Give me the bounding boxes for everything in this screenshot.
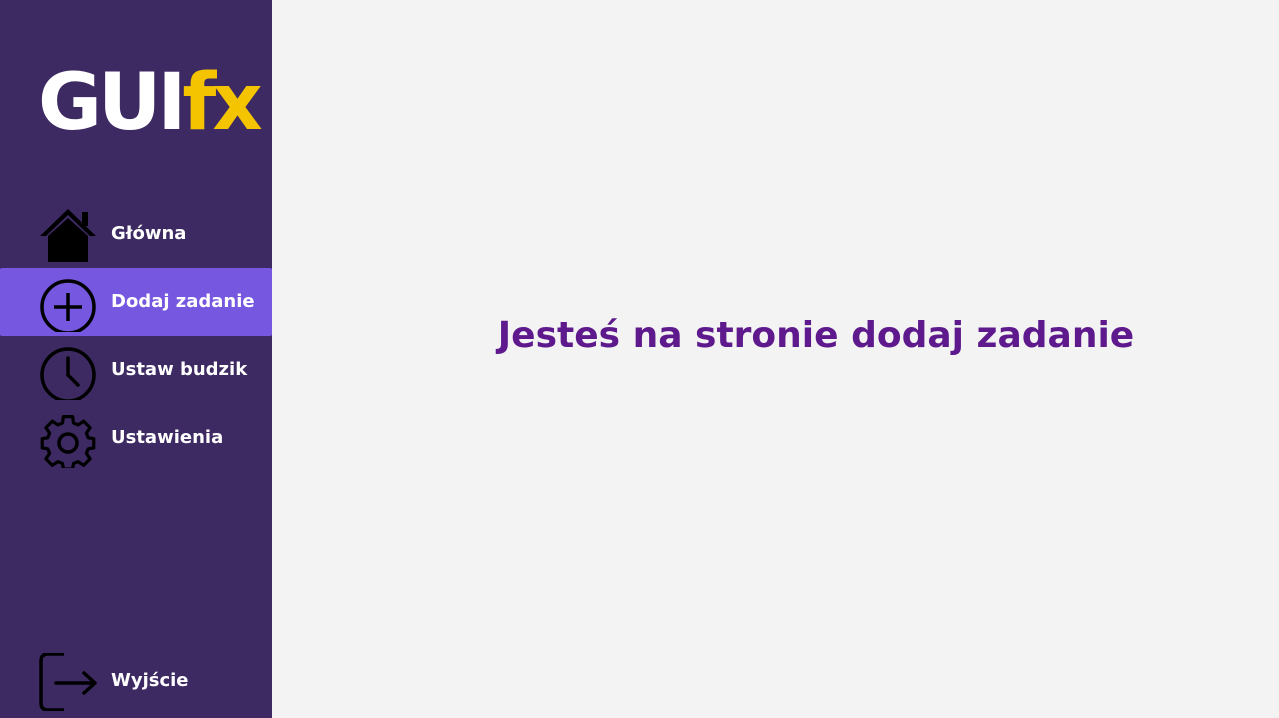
app-window: GUIfx Główna Dodaj zadanie Ustaw budzik … (0, 0, 1279, 718)
logout-icon (38, 653, 98, 711)
sidebar-item-alarm[interactable]: Ustaw budzik (0, 336, 272, 404)
sidebar-item-label: Ustaw budzik (111, 359, 248, 380)
logo-text-fx: fx (182, 58, 262, 148)
plus-circle-icon (38, 274, 98, 332)
sidebar-item-label: Główna (111, 223, 187, 244)
logo-text-gui: GUI (38, 58, 186, 148)
sidebar: GUIfx Główna Dodaj zadanie Ustaw budzik … (0, 0, 272, 718)
sidebar-item-home[interactable]: Główna (0, 200, 272, 268)
home-icon (38, 206, 98, 264)
sidebar-item-exit[interactable]: Wyjście (0, 647, 272, 715)
page-title: Jesteś na stronie dodaj zadanie (497, 315, 1135, 356)
sidebar-item-add-task[interactable]: Dodaj zadanie (0, 268, 272, 336)
app-logo: GUIfx (38, 58, 263, 148)
gear-icon (38, 410, 98, 468)
sidebar-item-label: Ustawienia (111, 427, 224, 448)
clock-icon (38, 342, 98, 400)
sidebar-item-settings[interactable]: Ustawienia (0, 404, 272, 472)
main-content: Jesteś na stronie dodaj zadanie (272, 0, 1279, 718)
sidebar-item-label: Wyjście (111, 670, 189, 691)
sidebar-item-label: Dodaj zadanie (111, 291, 255, 312)
